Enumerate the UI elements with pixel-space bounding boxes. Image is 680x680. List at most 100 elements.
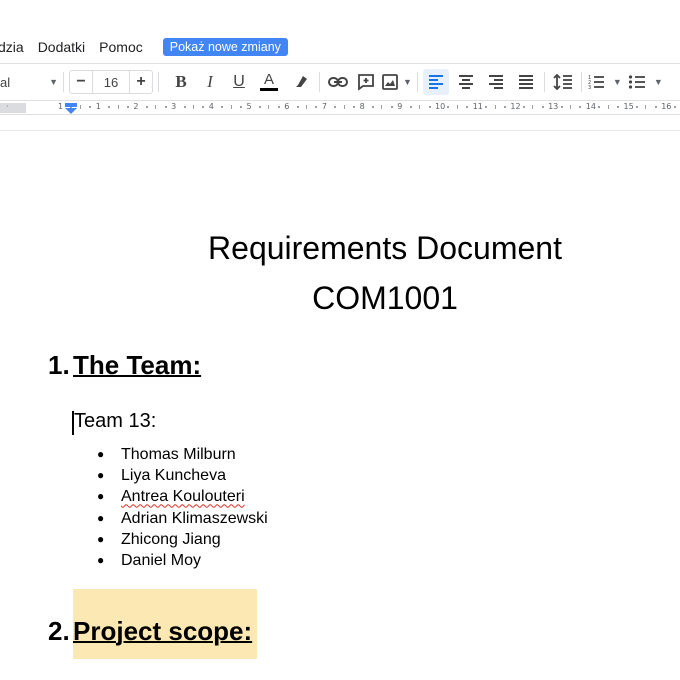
team-member-list: ● Thomas Milburn ● Liya Kuncheva ● Antrea K… xyxy=(97,444,268,571)
indent-marker-icon[interactable] xyxy=(65,103,77,115)
member-name: Adrian Klimaszewski xyxy=(121,509,268,527)
list-item: ● Daniel Moy xyxy=(97,550,268,571)
numbered-list-button[interactable]: 123 ▼ xyxy=(587,69,622,95)
ruler-tick xyxy=(268,105,270,109)
numbered-list-icon: 123 xyxy=(588,75,604,90)
ruler-tick xyxy=(79,105,81,109)
divider xyxy=(319,72,320,92)
ruler-margin xyxy=(0,103,26,113)
align-left-icon xyxy=(428,75,443,89)
document-subtitle: COM1001 xyxy=(312,280,458,316)
text-color-swatch xyxy=(260,88,278,91)
ruler-tick xyxy=(569,105,571,109)
bulleted-list-button[interactable]: ▼ xyxy=(628,69,663,95)
ruler-tick xyxy=(108,106,111,108)
ruler-tick xyxy=(456,105,458,109)
menu-help[interactable]: Pomoc xyxy=(99,37,143,57)
ruler-tick xyxy=(579,106,582,108)
ruler-number: 12 xyxy=(510,102,521,111)
ruler-tick xyxy=(532,105,534,109)
ruler-number: 10 xyxy=(435,102,446,111)
ruler-tick xyxy=(353,106,356,108)
ruler-tick xyxy=(522,106,525,108)
divider xyxy=(63,72,64,92)
justify-icon xyxy=(518,75,533,89)
member-name: Liya Kuncheva xyxy=(121,467,226,485)
insert-link-button[interactable] xyxy=(325,69,351,95)
font-family-value: al xyxy=(0,74,11,90)
ruler-number: 1 xyxy=(58,102,64,111)
image-icon xyxy=(382,74,398,90)
bold-button[interactable]: B xyxy=(168,69,194,95)
ruler-number: 4 xyxy=(208,102,214,111)
highlight-color-button[interactable] xyxy=(288,69,314,95)
align-right-button[interactable] xyxy=(483,69,509,95)
list-item: ● Zhicong Jiang xyxy=(97,529,268,550)
ruler-tick xyxy=(381,105,383,109)
ruler-tick xyxy=(560,106,563,108)
list-item: ● Thomas Milburn xyxy=(97,444,268,465)
ruler-tick xyxy=(221,106,224,108)
menu-addons[interactable]: Dodatki xyxy=(38,37,85,57)
chevron-down-icon: ▼ xyxy=(49,77,58,87)
ruler-tick xyxy=(409,106,412,108)
font-size-input[interactable]: 16 xyxy=(92,71,130,93)
underline-button[interactable]: U xyxy=(226,69,252,95)
ruler-tick xyxy=(503,106,506,108)
ruler-number: 1 xyxy=(95,102,101,111)
bullet-icon: ● xyxy=(97,510,105,525)
justify-button[interactable] xyxy=(513,69,539,95)
add-comment-button[interactable] xyxy=(353,69,379,95)
text-color-icon: A xyxy=(263,71,274,88)
line-spacing-button[interactable] xyxy=(550,69,576,95)
section-title: Project scope: xyxy=(73,616,253,646)
ruler-number: 11 xyxy=(472,102,483,111)
ruler-tick xyxy=(645,105,647,109)
ruler-number: 6 xyxy=(284,102,290,111)
ruler-tick xyxy=(306,105,308,109)
ruler-tick xyxy=(372,106,375,108)
text-color-button[interactable]: A xyxy=(256,69,282,95)
svg-text:3: 3 xyxy=(588,85,591,90)
member-name: Antrea Koulouteri xyxy=(121,488,245,506)
decrease-font-size-button[interactable]: − xyxy=(70,71,92,93)
member-name: Thomas Milburn xyxy=(121,446,236,464)
ruler-tick xyxy=(617,106,620,108)
chevron-down-icon: ▼ xyxy=(403,77,412,87)
ruler-tick xyxy=(315,106,318,108)
ruler-number: 7 xyxy=(321,102,327,111)
ruler[interactable]: 11234567891011121314151617· xyxy=(0,101,680,115)
ruler-tick xyxy=(230,105,232,109)
list-item: ● Adrian Klimaszewski xyxy=(97,508,268,529)
insert-image-button[interactable]: ▼ xyxy=(381,69,412,95)
italic-button[interactable]: I xyxy=(197,69,223,95)
show-changes-button[interactable]: Pokaż nowe zmiany xyxy=(162,38,288,56)
member-name: Zhicong Jiang xyxy=(121,530,221,548)
ruler-tick xyxy=(192,105,194,109)
ruler-track xyxy=(26,103,680,113)
align-left-button[interactable] xyxy=(422,69,449,95)
ruler-number: 8 xyxy=(359,102,365,111)
ruler-tick xyxy=(541,106,544,108)
bullet-icon: ● xyxy=(97,531,105,546)
divider xyxy=(416,72,418,92)
font-family-select[interactable]: al ▼ xyxy=(0,69,58,95)
ruler-number: 13 xyxy=(548,102,559,111)
link-icon xyxy=(328,77,348,87)
ruler-tick xyxy=(428,106,431,108)
list-item: ● Antrea Koulouteri xyxy=(97,486,268,507)
document-title: Requirements Document xyxy=(208,230,562,266)
ruler-tick xyxy=(277,106,280,108)
member-name: Daniel Moy xyxy=(121,552,202,570)
align-center-button[interactable] xyxy=(453,69,479,95)
chevron-down-icon: ▼ xyxy=(612,77,622,87)
chevron-down-icon: ▼ xyxy=(653,77,663,87)
add-comment-icon xyxy=(358,74,374,91)
ruler-tick xyxy=(419,105,421,109)
ruler-tick xyxy=(598,106,601,108)
menu-tools[interactable]: dzia xyxy=(0,37,24,57)
ruler-tick xyxy=(296,106,299,108)
ruler-tick xyxy=(126,106,129,108)
increase-font-size-button[interactable]: + xyxy=(130,71,152,93)
page-edge xyxy=(0,130,680,131)
